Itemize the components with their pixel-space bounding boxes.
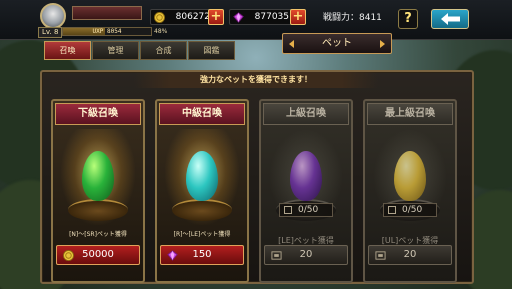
player-avatar[interactable] (40, 3, 66, 29)
screen-title: ペット (282, 33, 392, 54)
purple-egg-icon (290, 151, 322, 201)
ticket-count: 0/50 (279, 203, 333, 217)
card-title: 中級召喚 (159, 103, 245, 125)
add-gem-button[interactable]: + (290, 9, 306, 25)
title-ornament-right-icon (380, 40, 385, 48)
top-bar: Lv. 8 UXP 8054 48% 806272 + 877035 + 戦闘力… (0, 0, 512, 40)
green-egg-icon (82, 151, 114, 201)
exp-bar: UXP 8054 (62, 27, 152, 36)
exp-text: UXP 8054 (92, 28, 122, 35)
add-gold-button[interactable]: + (208, 9, 224, 25)
gold-counter: 806272 (150, 9, 215, 25)
summon-card-top[interactable]: 最上級召喚 0/50 [UL]ペット獲得 20 (363, 99, 457, 283)
title-ornament-left-icon (289, 40, 294, 48)
summon-cost: 150 (192, 249, 212, 260)
ticket-icon (388, 206, 396, 214)
summon-card-mid[interactable]: 中級召喚 [R]～[LE]ペット獲得 150 (155, 99, 249, 283)
battle-power: 戦闘力：8411 (323, 13, 382, 23)
nest-icon (68, 199, 128, 221)
teal-egg-icon (186, 151, 218, 201)
card-subtitle: [N]～[SR]ペット獲得 (69, 231, 127, 238)
pet-summon-screen: Lv. 8 UXP 8054 48% 806272 + 877035 + 戦闘力… (0, 0, 512, 289)
help-button[interactable]: ? (398, 9, 418, 29)
gold-egg-icon (394, 151, 426, 201)
summon-cost-button[interactable]: 150 (160, 245, 244, 265)
screen-title-text: ペット (322, 38, 352, 49)
summon-banner: 強力なペットを獲得できます！ (134, 72, 378, 88)
summon-cost: 50000 (82, 249, 114, 260)
nest-icon (172, 199, 232, 221)
back-arrow-icon (441, 13, 460, 25)
back-button[interactable] (431, 9, 469, 29)
player-level: Lv. 8 (38, 27, 63, 38)
summon-card-low[interactable]: 下級召喚 [N]～[SR]ペット獲得 50000 (51, 99, 145, 283)
tab-summon[interactable]: 召喚 (44, 41, 91, 60)
tab-synthesis[interactable]: 合成 (140, 41, 187, 60)
card-title: 上級召喚 (263, 103, 349, 125)
summon-cost-button[interactable]: 20 (368, 245, 452, 265)
exp-percent: 48% (154, 28, 168, 35)
summon-cost: 20 (299, 249, 313, 260)
summon-cost-button[interactable]: 20 (264, 245, 348, 265)
ticket-count-value: 0/50 (298, 205, 319, 215)
summon-card-high[interactable]: 上級召喚 0/50 [LE]ペット獲得 20 (259, 99, 353, 283)
gem-icon (233, 12, 244, 23)
tab-encyclopedia[interactable]: 図鑑 (188, 41, 235, 60)
summon-cost: 20 (403, 249, 417, 260)
gold-coin-icon (154, 12, 165, 23)
ticket-icon (284, 206, 292, 214)
tab-manage[interactable]: 管理 (92, 41, 139, 60)
card-title: 最上級召喚 (367, 103, 453, 125)
gem-amount: 877035 (254, 12, 289, 22)
card-subtitle: [R]～[LE]ペット獲得 (173, 231, 231, 238)
ticket-count-value: 0/50 (402, 205, 423, 215)
summon-cost-button[interactable]: 50000 (56, 245, 140, 265)
card-title: 下級召喚 (55, 103, 141, 125)
player-name-plate (72, 6, 142, 20)
gem-counter: 877035 (229, 9, 294, 25)
ticket-count: 0/50 (383, 203, 437, 217)
gold-amount: 806272 (175, 12, 210, 22)
